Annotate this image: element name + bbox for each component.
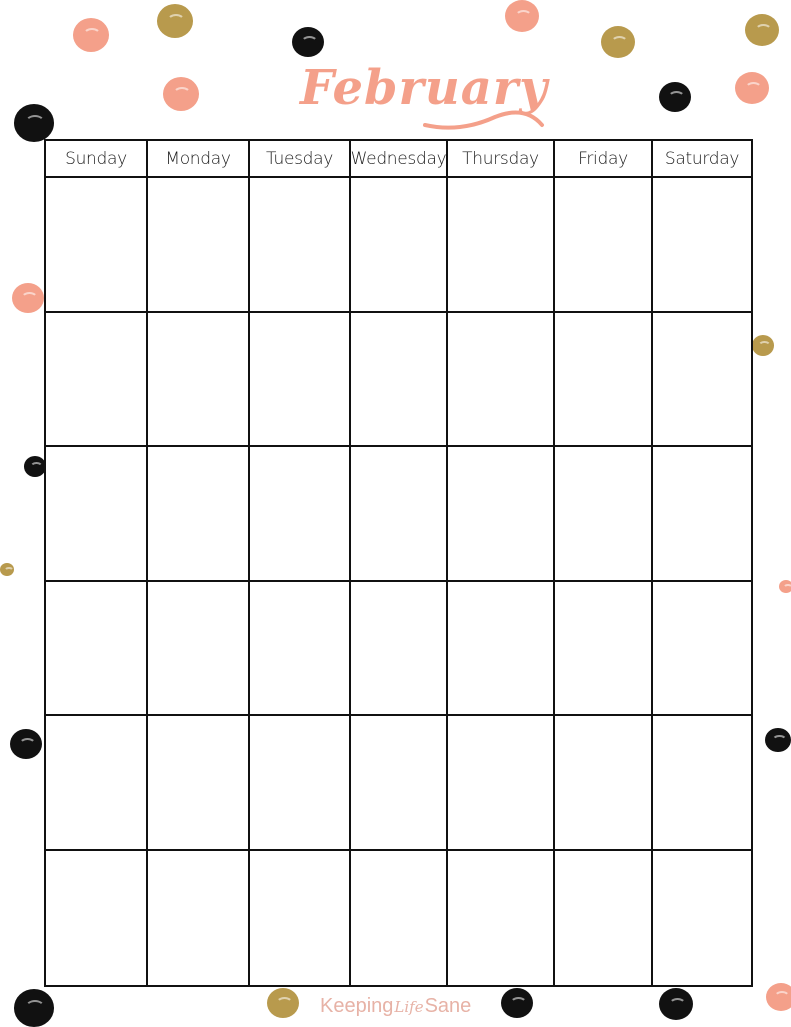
scribble-dot-icon — [659, 82, 691, 113]
scribble-dot-icon — [157, 4, 193, 38]
scribble-dot-icon — [163, 77, 199, 111]
title-swash-icon — [423, 110, 544, 130]
day-cell[interactable] — [148, 850, 250, 985]
scribble-dot-icon — [501, 988, 533, 1019]
scribble-dot-icon — [601, 26, 635, 58]
day-cell[interactable] — [250, 581, 351, 716]
scribble-dot-icon — [766, 983, 791, 1012]
weekday-header-sunday: Sunday — [46, 141, 148, 178]
day-cell[interactable] — [653, 582, 751, 716]
day-cell[interactable] — [555, 312, 653, 447]
footer-brand-part2: Life — [394, 998, 424, 1016]
day-cell[interactable] — [351, 581, 448, 716]
footer-brand-part3: Sane — [424, 995, 472, 1017]
day-cell[interactable] — [653, 313, 751, 447]
day-cell[interactable] — [653, 178, 751, 313]
scribble-dot-icon — [12, 283, 44, 314]
scribble-dot-icon — [24, 456, 46, 477]
day-cell[interactable] — [555, 581, 653, 716]
day-cell[interactable] — [351, 447, 448, 582]
day-cell[interactable] — [448, 312, 555, 447]
footer-brand: Keeping Life Sane — [320, 992, 471, 1020]
day-cell[interactable] — [148, 581, 250, 716]
day-cell[interactable] — [351, 312, 448, 447]
day-cell[interactable] — [148, 312, 250, 447]
day-cell[interactable] — [448, 716, 555, 851]
day-cell[interactable] — [46, 716, 148, 851]
day-cell[interactable] — [250, 312, 351, 447]
day-cell[interactable] — [250, 447, 351, 582]
day-cell[interactable] — [46, 581, 148, 716]
scribble-dot-icon — [752, 335, 774, 356]
scribble-dot-icon — [735, 72, 769, 104]
day-cell[interactable] — [46, 178, 148, 313]
day-cell[interactable] — [555, 178, 653, 313]
day-cell[interactable] — [555, 447, 653, 582]
day-cell[interactable] — [448, 581, 555, 716]
weekday-header-saturday: Saturday — [653, 141, 751, 178]
day-cell[interactable] — [653, 716, 751, 851]
day-cell[interactable] — [46, 312, 148, 447]
weekday-header-wednesday: Wednesday — [351, 141, 448, 178]
day-cell[interactable] — [448, 178, 555, 313]
day-cell[interactable] — [250, 178, 351, 313]
scribble-dot-icon — [14, 104, 54, 142]
day-cell[interactable] — [351, 716, 448, 851]
day-cell[interactable] — [555, 850, 653, 985]
scribble-dot-icon — [14, 989, 54, 1027]
day-cell[interactable] — [448, 447, 555, 582]
calendar-grid: Sunday Monday Tuesday Wednesday Thursday Frid… — [44, 139, 753, 987]
day-cell[interactable] — [448, 850, 555, 985]
day-cell[interactable] — [148, 178, 250, 313]
weekday-header-thursday: Thursday — [448, 141, 555, 178]
weekday-header-friday: Friday — [555, 141, 653, 178]
weekday-header-monday: Monday — [148, 141, 250, 178]
day-cell[interactable] — [351, 850, 448, 985]
scribble-dot-icon — [659, 988, 693, 1020]
day-cell[interactable] — [250, 716, 351, 851]
day-cell[interactable] — [653, 851, 751, 986]
scribble-dot-icon — [765, 728, 791, 753]
scribble-dot-icon — [745, 14, 779, 46]
scribble-dot-icon — [0, 563, 14, 577]
day-cell[interactable] — [250, 850, 351, 985]
weekday-header-tuesday: Tuesday — [250, 141, 351, 178]
day-cell[interactable] — [148, 447, 250, 582]
day-cell[interactable] — [46, 850, 148, 985]
day-cell[interactable] — [555, 716, 653, 851]
scribble-dot-icon — [505, 0, 539, 32]
day-cell[interactable] — [148, 716, 250, 851]
day-cell[interactable] — [351, 178, 448, 313]
scribble-dot-icon — [73, 18, 109, 52]
scribble-dot-icon — [779, 580, 791, 594]
day-cell[interactable] — [653, 447, 751, 582]
scribble-dot-icon — [292, 27, 324, 58]
scribble-dot-icon — [267, 988, 299, 1019]
scribble-dot-icon — [10, 729, 42, 760]
day-cell[interactable] — [46, 447, 148, 582]
footer-brand-part1: Keeping — [320, 995, 394, 1017]
